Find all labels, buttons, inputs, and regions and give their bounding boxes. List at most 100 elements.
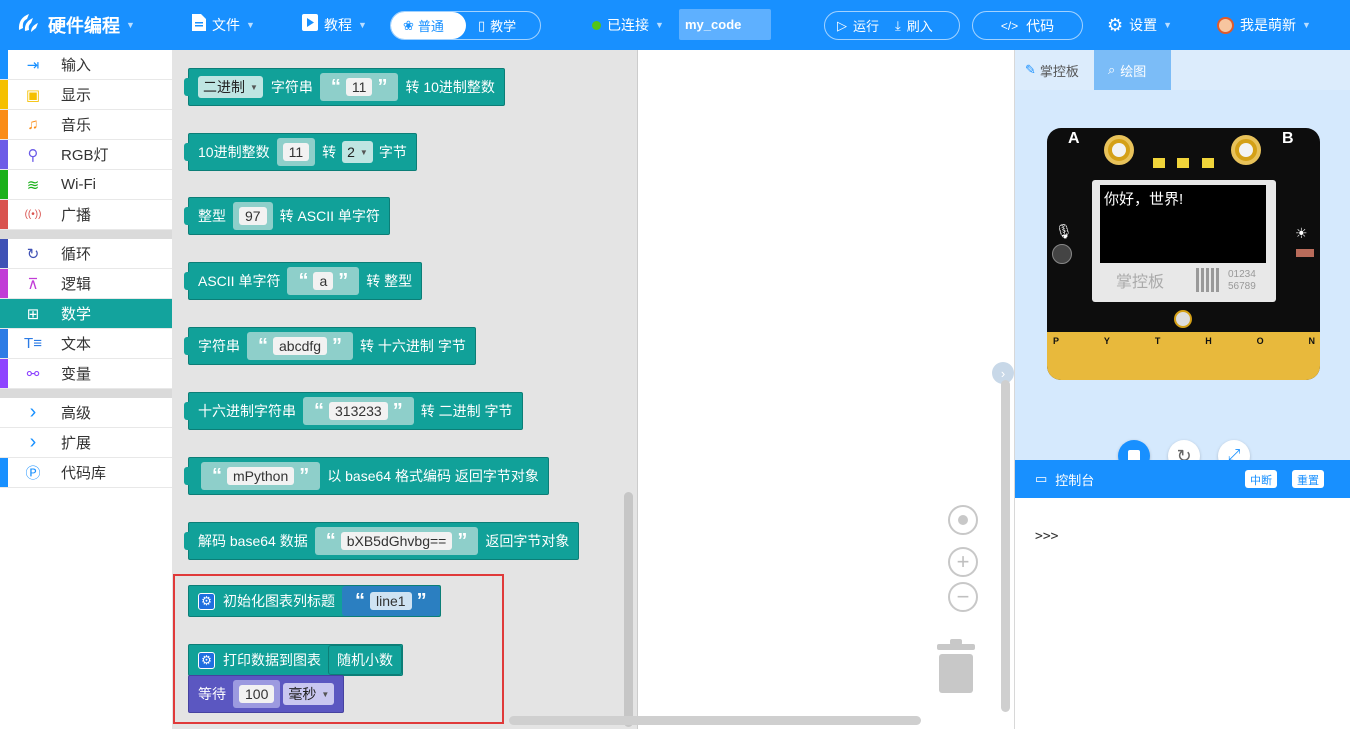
string-field[interactable]: a — [313, 272, 334, 290]
sidebar-item-label: 循环 — [61, 246, 92, 263]
chevron-down-icon: ▼ — [1302, 20, 1311, 30]
string-field[interactable]: bXB5dGhvbg== — [340, 532, 453, 550]
code-button[interactable]: </> 代码 — [972, 11, 1083, 40]
loop-icon: ↻ — [26, 245, 40, 263]
flyout-scrollbar[interactable] — [624, 492, 633, 727]
category-color-bar — [0, 110, 8, 139]
mode-normal-button[interactable]: ❀ 普通 — [391, 12, 466, 39]
button-a[interactable] — [1104, 135, 1134, 165]
flash-button[interactable]: ⤓ 刷入 — [891, 12, 945, 39]
file-menu[interactable]: 文件 ▼ — [192, 0, 255, 50]
int-to-char-block[interactable]: 整型 97 转 ASCII 单字符 — [184, 197, 390, 235]
sidebar-item[interactable]: ▣ 显示 — [0, 80, 172, 110]
avatar — [1217, 16, 1234, 34]
sidebar-item[interactable]: ⚲ RGB灯 — [0, 140, 172, 170]
sidebar-item[interactable]: ♫ 音乐 — [0, 110, 172, 140]
board-icon: ✎ — [1025, 62, 1036, 77]
light-sensor-icon: ☀ — [1295, 225, 1308, 241]
recenter-icon[interactable] — [948, 505, 978, 535]
string-field[interactable]: mPython — [227, 467, 295, 485]
sidebar-item[interactable]: Ⓟ 代码库 — [0, 458, 172, 488]
sidebar-item-label: 显示 — [61, 87, 92, 104]
number-field[interactable]: 97 — [239, 207, 267, 225]
sidebar-item[interactable]: ⇥ 输入 — [0, 50, 172, 80]
int-to-bytes-block[interactable]: 10进制整数 11 转 2 ▼ 字节 — [184, 133, 417, 171]
board-num1: 01234 — [1228, 269, 1256, 280]
connection-status[interactable]: 已连接 ▼ — [592, 0, 664, 50]
app-menu[interactable]: 硬件编程 ▼ — [16, 0, 135, 50]
python-letter: O — [1256, 336, 1264, 346]
workspace-scrollbar-v[interactable] — [1001, 380, 1010, 712]
bin-to-int-block[interactable]: 二进制 ▼ 字符串 “11” 转 10进制整数 — [184, 68, 505, 106]
string-slot: “313233” — [303, 397, 414, 425]
sidebar-item[interactable]: › 扩展 — [0, 428, 172, 458]
gear-icon: ⚙ — [1107, 14, 1124, 35]
zoom-out-icon[interactable]: − — [948, 582, 978, 612]
reset-button[interactable]: 重置 — [1292, 470, 1324, 488]
video-icon — [302, 14, 318, 36]
string-field[interactable]: 11 — [345, 78, 373, 96]
tutorial-menu[interactable]: 教程 ▼ — [302, 0, 367, 50]
button-b[interactable] — [1231, 135, 1261, 165]
rgb-led — [1153, 158, 1165, 168]
console-output[interactable]: >>> — [1015, 498, 1350, 729]
sidebar-item-label: 变量 — [61, 366, 92, 383]
str-to-hex-block[interactable]: 字符串 “abcdfg” 转 十六进制 字节 — [184, 327, 476, 365]
sidebar-item[interactable]: ⊼ 逻辑 — [0, 269, 172, 299]
rgb-led — [1177, 158, 1189, 168]
zoom-in-icon[interactable]: + — [948, 547, 978, 577]
category-color-bar — [0, 80, 8, 109]
touch-pad — [1174, 310, 1192, 328]
user-menu[interactable]: 我是萌新 ▼ — [1217, 0, 1311, 50]
string-slot: “11” — [319, 73, 399, 101]
python-letter: Y — [1103, 336, 1110, 346]
text-icon: T≡ — [24, 335, 42, 352]
right-panel: ✎ 掌控板 ⌕ 绘图 A B 你好，世界! 掌控板 01234 56789 🎙 … — [1014, 50, 1350, 729]
sidebar-item[interactable]: › 高级 — [0, 398, 172, 428]
sidebar-item[interactable]: ↻ 循环 — [0, 239, 172, 269]
char-to-int-block[interactable]: ASCII 单字符 “a” 转 整型 — [184, 262, 423, 300]
variable-icon: ⚯ — [26, 365, 40, 383]
settings-menu[interactable]: ⚙ 设置 ▼ — [1107, 0, 1172, 50]
sidebar-item-label: 逻辑 — [61, 276, 92, 293]
hex-to-bin-block[interactable]: 十六进制字符串 “313233” 转 二进制 字节 — [184, 392, 523, 430]
base-dropdown[interactable]: 二进制 ▼ — [198, 76, 263, 98]
category-color-bar — [0, 329, 8, 358]
sidebar-item[interactable]: ⚯ 变量 — [0, 359, 172, 389]
input-icon: ⇥ — [26, 56, 40, 74]
logic-icon: ⊼ — [27, 275, 39, 293]
base64-encode-block[interactable]: “mPython” 以 base64 格式编码 返回字节对象 — [184, 457, 549, 495]
tab-draw[interactable]: ⌕ 绘图 — [1094, 50, 1171, 90]
number-field[interactable]: 11 — [282, 143, 310, 161]
sidebar-item-label: 代码库 — [61, 465, 107, 482]
python-letter: H — [1205, 336, 1212, 346]
string-field[interactable]: 313233 — [329, 402, 388, 420]
workspace-scrollbar-h[interactable] — [509, 716, 921, 725]
broadcast-icon: ((•)) — [24, 209, 42, 220]
trash-icon[interactable] — [935, 638, 977, 697]
bytes-dropdown[interactable]: 2 ▼ — [342, 141, 373, 163]
project-name-input[interactable]: my_code — [679, 9, 771, 40]
base64-decode-block[interactable]: 解码 base64 数据 “bXB5dGhvbg==” 返回字节对象 — [184, 522, 580, 560]
sidebar-item[interactable]: T≡ 文本 — [0, 329, 172, 359]
interrupt-button[interactable]: 中断 — [1245, 470, 1277, 488]
oled-screen: 你好，世界! — [1100, 185, 1266, 263]
mode-teach-button[interactable]: ▯ 教学 — [466, 12, 528, 39]
console-header: ▭ 控制台 中断 重置 — [1015, 460, 1350, 498]
mode-switch: ❀ 普通 ▯ 教学 — [390, 11, 541, 40]
workspace[interactable]: › + − — [509, 50, 1014, 729]
sidebar-item[interactable]: ≋ Wi-Fi — [0, 170, 172, 200]
run-button[interactable]: ▷ 运行 — [825, 12, 891, 39]
palette-icon: ❀ — [403, 17, 414, 33]
sidebar-item[interactable]: ⊞ 数学 — [0, 299, 172, 329]
sidebar-item-label: 高级 — [61, 405, 92, 422]
string-field[interactable]: abcdfg — [273, 337, 328, 355]
sidebar-item-label: RGB灯 — [61, 147, 109, 164]
tab-board[interactable]: ✎ 掌控板 — [1015, 50, 1094, 90]
sidebar-item-label: 广播 — [61, 207, 92, 224]
bulb-icon: ⚲ — [27, 146, 39, 164]
sidebar-item[interactable]: ((•)) 广播 — [0, 200, 172, 230]
wifi-icon: ≋ — [26, 176, 40, 194]
category-color-bar — [0, 140, 8, 169]
book-icon: ▯ — [478, 17, 486, 33]
